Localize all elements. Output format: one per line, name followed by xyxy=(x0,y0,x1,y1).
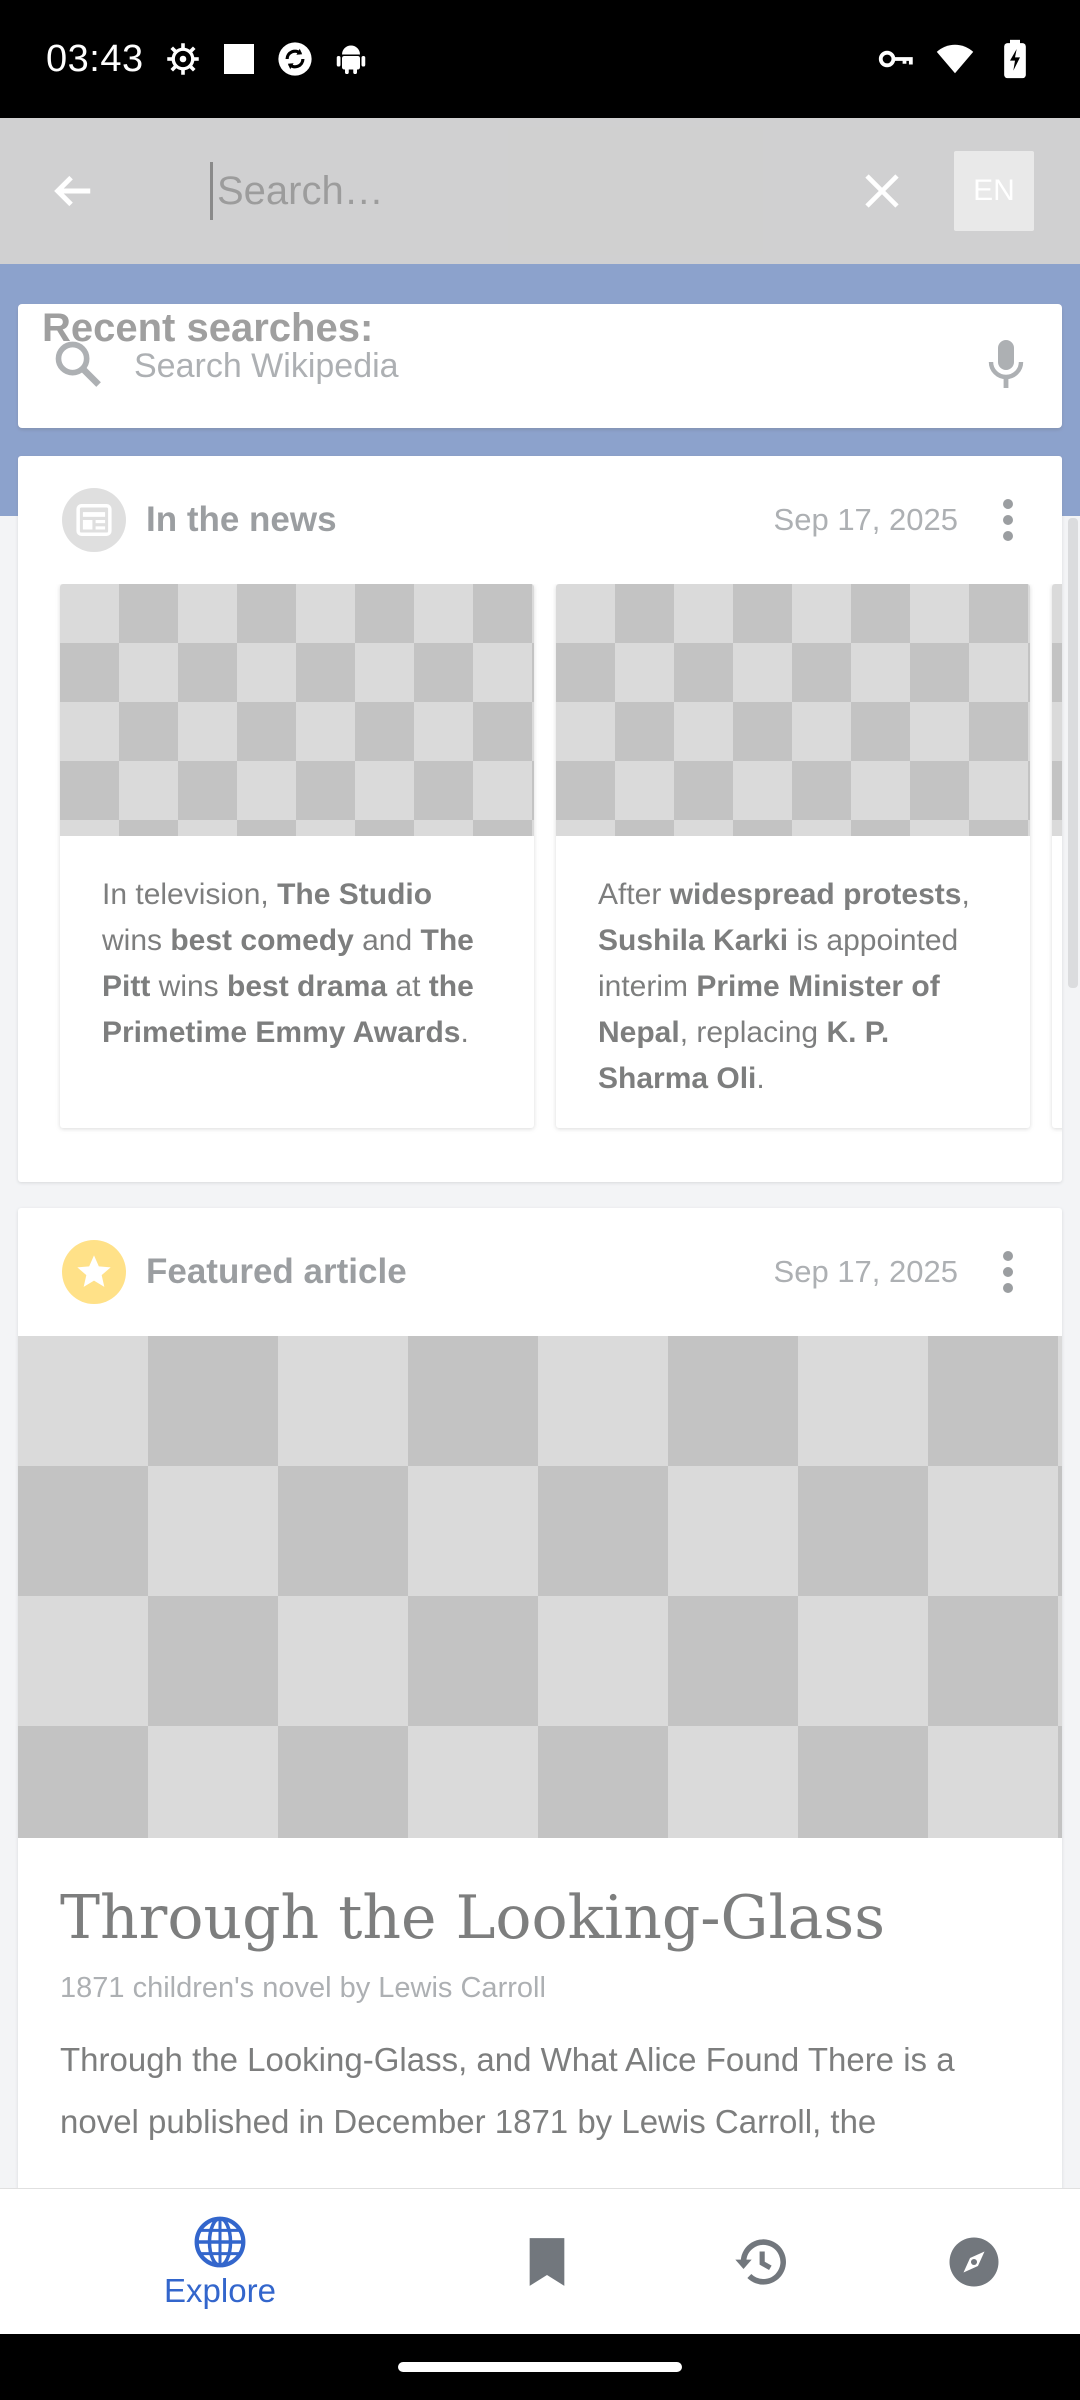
search-field[interactable] xyxy=(146,146,832,236)
nav-saved[interactable] xyxy=(440,2189,654,2334)
back-button[interactable] xyxy=(0,118,146,264)
language-button[interactable]: EN xyxy=(954,151,1034,231)
search-toolbar: EN xyxy=(0,118,1080,264)
sync-icon xyxy=(276,40,314,78)
bookmark-icon xyxy=(529,2237,565,2286)
close-icon xyxy=(865,174,899,208)
bottom-navigation: Explore xyxy=(0,2188,1080,2334)
text-cursor xyxy=(210,162,213,220)
wifi-icon xyxy=(936,40,974,78)
search-input[interactable] xyxy=(217,168,777,214)
globe-icon xyxy=(194,2216,246,2267)
arrow-back-icon xyxy=(54,175,91,207)
clear-button[interactable] xyxy=(832,141,932,241)
gesture-navigation-bar xyxy=(0,2334,1080,2400)
recent-searches-label: Recent searches: xyxy=(42,306,374,350)
status-bar: 03:43 xyxy=(0,0,1080,118)
nav-nearby[interactable] xyxy=(868,2189,1080,2334)
nav-explore-label: Explore xyxy=(164,2271,276,2309)
compass-icon xyxy=(949,2237,999,2286)
history-icon xyxy=(735,2238,786,2285)
nav-explore[interactable]: Explore xyxy=(0,2189,440,2334)
android-icon xyxy=(332,40,370,78)
white-square-icon xyxy=(220,40,258,78)
home-gesture-pill[interactable] xyxy=(398,2362,682,2372)
search-overlay-scrim xyxy=(0,118,1080,2240)
status-time: 03:43 xyxy=(46,37,144,80)
vpn-key-icon xyxy=(876,40,914,78)
nav-history[interactable] xyxy=(654,2189,868,2334)
settings-gear-icon xyxy=(164,40,202,78)
battery-charging-icon xyxy=(996,39,1034,79)
